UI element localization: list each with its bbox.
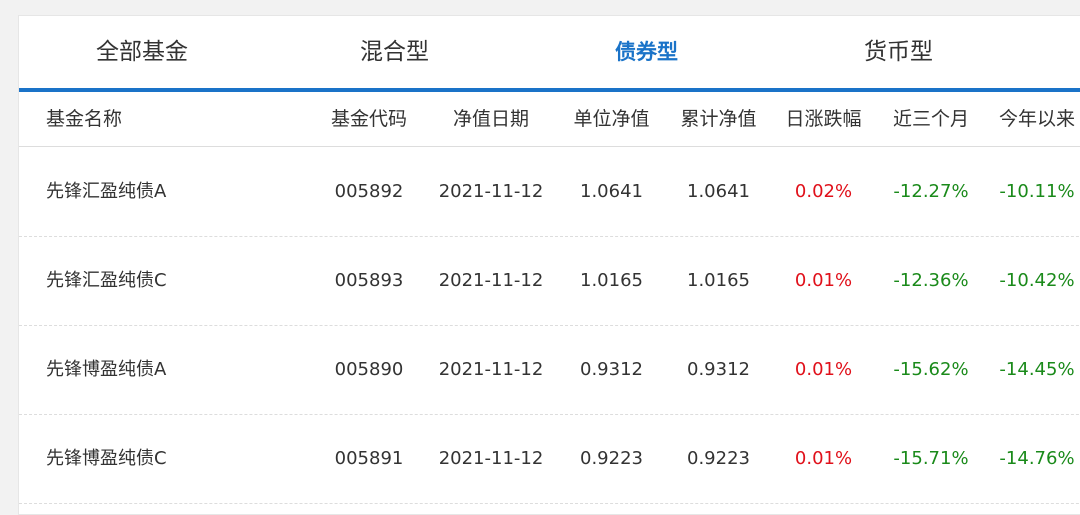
fund-code: 005891 <box>334 448 404 469</box>
table-row[interactable]: 先锋汇盈纯债C 005893 2021-11-12 1.0165 1.0165 … <box>19 236 1080 326</box>
table-row[interactable]: 先锋博盈纯债C 005891 2021-11-12 0.9223 0.9223 … <box>19 414 1080 504</box>
unit-nav: 1.0165 <box>580 270 643 291</box>
nav-date: 2021-11-12 <box>438 448 544 469</box>
table-row[interactable]: 先锋汇盈纯债A 005892 2021-11-12 1.0641 1.0641 … <box>19 147 1080 237</box>
ytd-return: -10.42% <box>999 270 1075 291</box>
daily-change: 0.01% <box>794 359 853 380</box>
header-unit-nav: 单位净值 <box>573 108 650 130</box>
fund-name-link[interactable]: 先锋汇盈纯债C <box>46 236 306 325</box>
unit-nav: 1.0641 <box>580 181 643 202</box>
daily-change: 0.02% <box>794 181 853 202</box>
fund-name-link[interactable]: 先锋汇盈纯债A <box>46 147 306 236</box>
header-three-month: 近三个月 <box>892 108 969 130</box>
header-nav-date: 净值日期 <box>452 108 529 130</box>
nav-date: 2021-11-12 <box>438 270 544 291</box>
table-row[interactable]: 先锋博盈纯债A 005890 2021-11-12 0.9312 0.9312 … <box>19 325 1080 415</box>
header-fund-name: 基金名称 <box>46 108 123 130</box>
three-month-return: -12.27% <box>893 181 969 202</box>
accumulated-nav: 1.0641 <box>687 181 750 202</box>
fund-code: 005890 <box>334 359 404 380</box>
daily-change: 0.01% <box>794 448 853 469</box>
daily-change: 0.01% <box>794 270 853 291</box>
three-month-return: -12.36% <box>893 270 969 291</box>
fund-list-panel: 全部基金 混合型 债券型 货币型 基金名称 基金代码 净值日期 单位净值 累计净… <box>18 15 1080 515</box>
fund-name-link[interactable]: 先锋博盈纯债C <box>46 414 306 503</box>
tab-mixed[interactable]: 混合型 <box>360 16 429 88</box>
table-header: 基金名称 基金代码 净值日期 单位净值 累计净值 日涨跌幅 近三个月 今年以来 <box>19 92 1080 147</box>
fund-code: 005892 <box>334 181 404 202</box>
tab-all-funds[interactable]: 全部基金 <box>96 16 188 88</box>
fund-code: 005893 <box>334 270 404 291</box>
fund-type-tabs: 全部基金 混合型 债券型 货币型 <box>19 16 1080 92</box>
tab-money-market[interactable]: 货币型 <box>864 16 933 88</box>
ytd-return: -14.76% <box>999 448 1075 469</box>
ytd-return: -14.45% <box>999 359 1075 380</box>
three-month-return: -15.62% <box>893 359 969 380</box>
accumulated-nav: 0.9312 <box>687 359 750 380</box>
header-accumulated-nav: 累计净值 <box>680 108 757 130</box>
three-month-return: -15.71% <box>893 448 969 469</box>
unit-nav: 0.9312 <box>580 359 643 380</box>
tab-bond[interactable]: 债券型 <box>615 16 678 88</box>
header-ytd: 今年以来 <box>998 108 1075 130</box>
header-fund-code: 基金代码 <box>330 108 407 130</box>
fund-name-link[interactable]: 先锋博盈纯债A <box>46 325 306 414</box>
accumulated-nav: 0.9223 <box>687 448 750 469</box>
nav-date: 2021-11-12 <box>438 181 544 202</box>
header-daily-change: 日涨跌幅 <box>785 108 862 130</box>
unit-nav: 0.9223 <box>580 448 643 469</box>
accumulated-nav: 1.0165 <box>687 270 750 291</box>
nav-date: 2021-11-12 <box>438 359 544 380</box>
ytd-return: -10.11% <box>999 181 1075 202</box>
